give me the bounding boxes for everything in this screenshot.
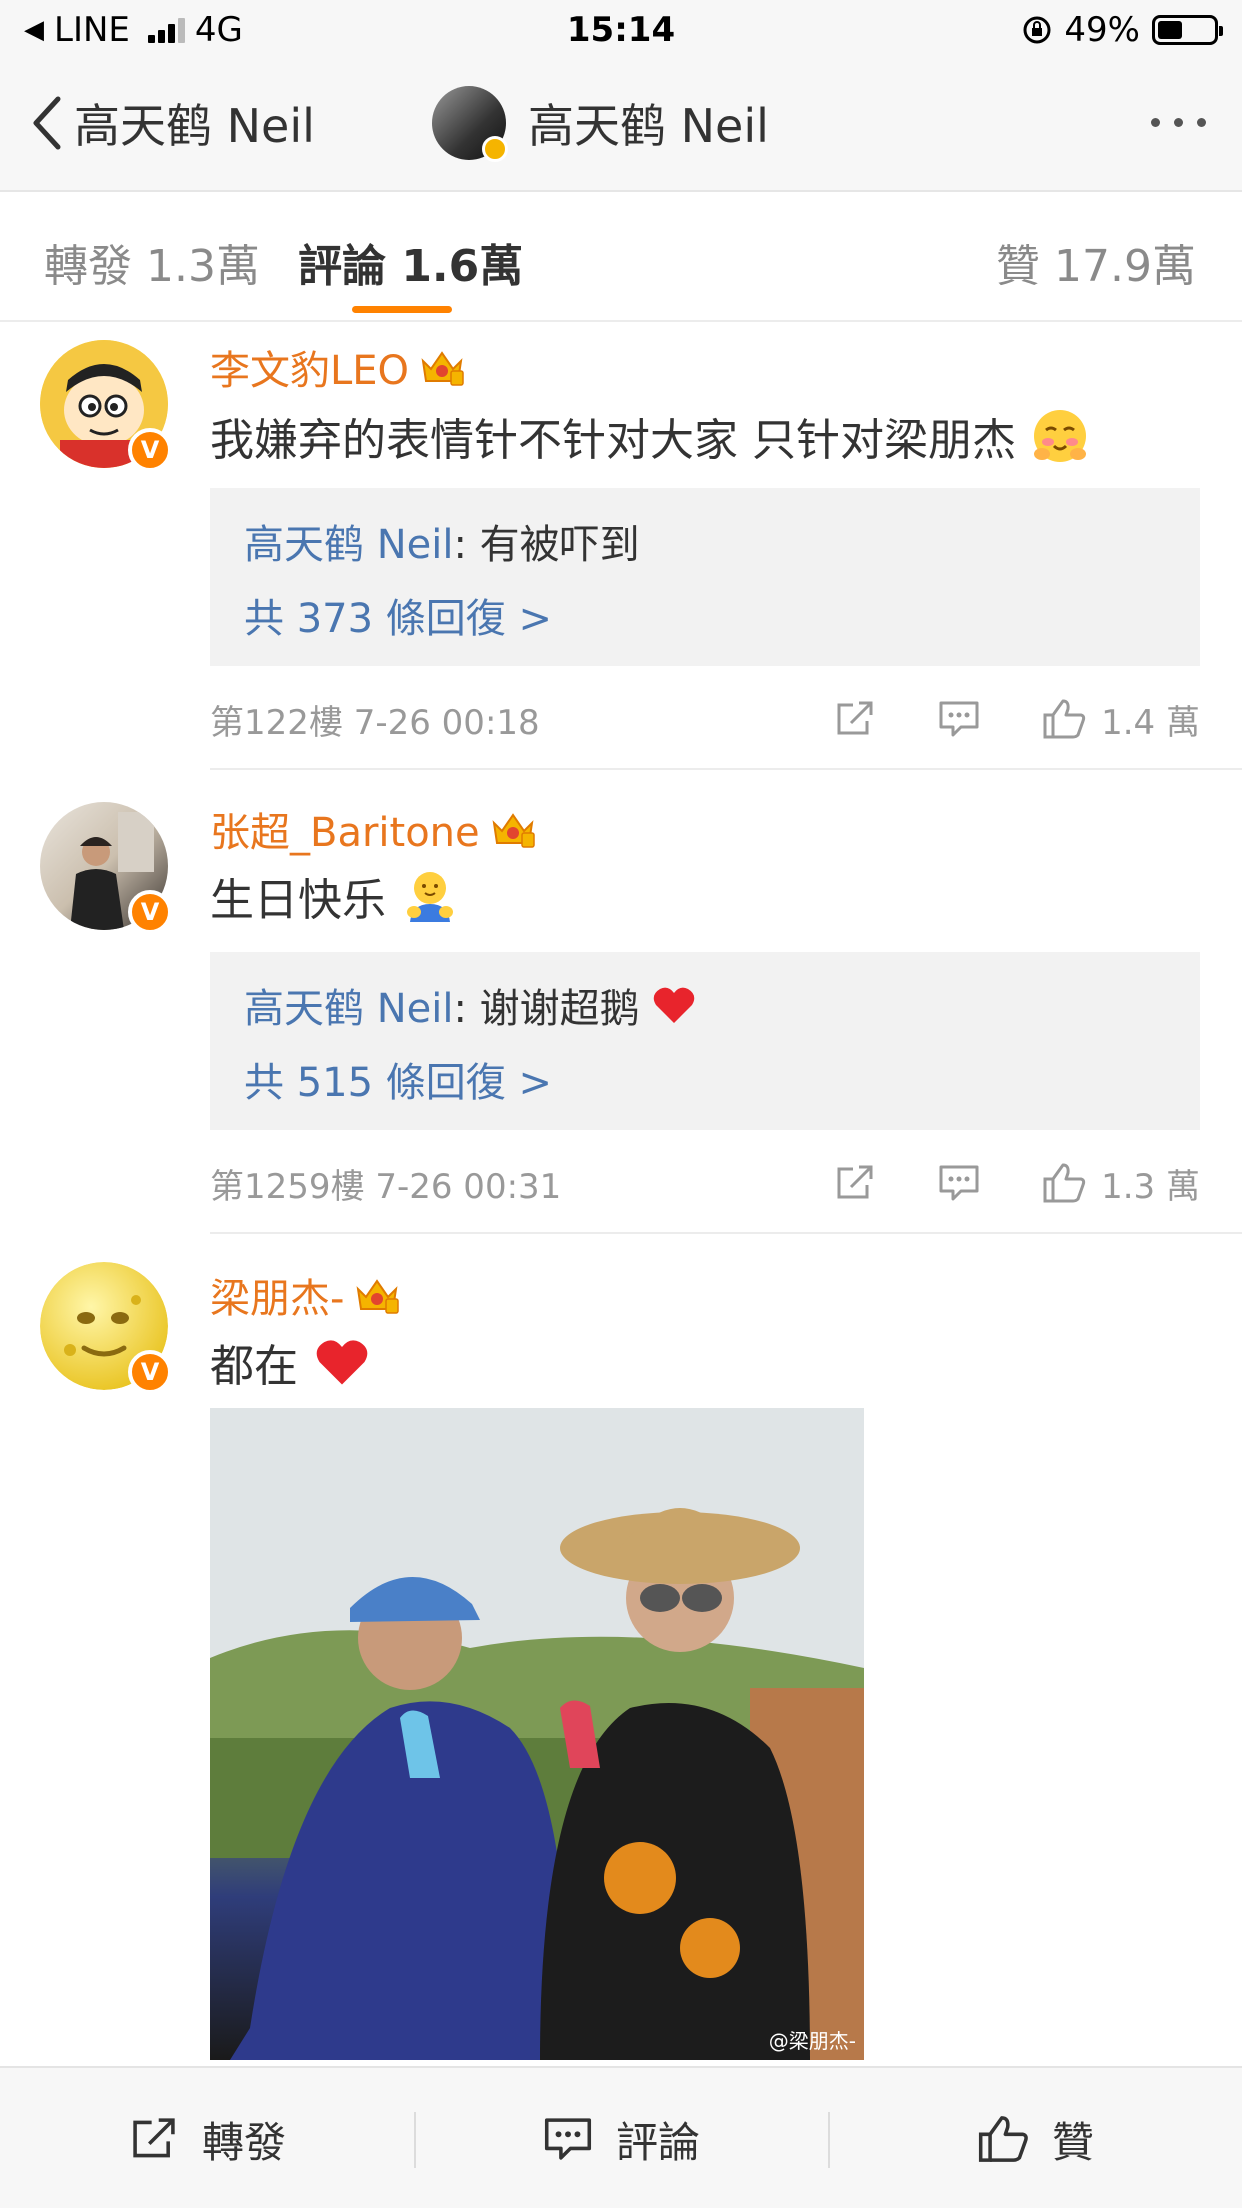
avatar[interactable]: V [40,340,172,472]
status-right: 49% [1022,10,1223,50]
comment-text: 都在 [210,1330,370,1394]
nav-title[interactable]: 高天鹤 Neil [432,86,769,162]
share-icon[interactable] [833,699,877,739]
username-label: 李文豹LEO [210,348,410,394]
floor-timestamp: 第1259樓 7-26 00:31 [210,1166,562,1207]
back-label: 高天鹤 Neil [74,99,315,153]
comment-icon [542,2115,594,2163]
like-label: 贊 [1051,2117,1094,2167]
thumbs-up-icon [1041,697,1087,741]
vip-crown-icon [490,809,536,849]
comment-text: 生日快乐 [210,864,458,928]
avatar[interactable] [432,86,508,162]
emoji-hug-icon [402,868,458,924]
comment-text-label: 都在 [210,1341,298,1392]
more-replies-link[interactable]: 共 373 條回復 > [244,586,1166,642]
avatar[interactable]: V [40,1262,172,1394]
reply-text: : 谢谢超鹅 [453,986,640,1032]
avatar[interactable]: V [40,802,172,934]
reply-preview[interactable]: 高天鹤 Neil: 有被吓到 共 373 條回復 > [210,488,1200,666]
thumbs-up-icon [976,2113,1030,2165]
orientation-lock-icon [1022,15,1052,45]
nav-bar: 高天鹤 Neil 高天鹤 Neil [0,62,1242,192]
reply-text: : 有被吓到 [453,522,640,568]
chevron-left-icon [30,93,64,153]
thumbs-up-icon [1041,1161,1087,1205]
verified-badge-icon [482,136,508,162]
status-bar: ◀ LINE 4G 15:14 49% [0,0,1242,62]
like-post-button[interactable]: 贊 [828,2068,1242,2208]
comment-meta: 第122樓 7-26 00:18 1.4 萬 [210,694,1200,744]
tab-bar: 轉發 1.3萬 評論 1.6萬 贊 17.9萬 [0,194,1242,322]
emoji-shy-icon [1032,408,1088,464]
share-icon [128,2115,180,2163]
divider [210,1232,1242,1234]
vip-crown-icon [354,1275,400,1315]
vip-crown-icon [419,347,465,387]
heart-icon [652,985,696,1025]
repost-label: 轉發 [201,2117,286,2167]
reply-author[interactable]: 高天鹤 Neil [244,522,453,568]
comment-username[interactable]: 张超_Baritone [210,800,536,858]
comment-username[interactable]: 李文豹LEO [210,338,465,396]
back-button[interactable]: 高天鹤 Neil [30,90,315,156]
verified-badge-icon: V [128,890,172,934]
nav-title-label: 高天鹤 Neil [528,99,769,153]
tab-likes[interactable]: 贊 17.9萬 [996,230,1196,294]
more-options-icon[interactable] [1151,118,1206,127]
comment-text-label: 生日快乐 [210,875,386,926]
reply-icon[interactable] [937,699,981,739]
battery-percent: 49% [1064,10,1140,50]
active-tab-indicator [352,306,452,313]
photo-watermark: @梁朋杰- [768,2029,856,2053]
heart-icon [314,1337,370,1387]
username-label: 梁朋杰- [210,1276,345,1322]
repost-button[interactable]: 轉發 [0,2068,414,2208]
comment-username[interactable]: 梁朋杰- [210,1266,400,1324]
comment-text: 我嫌弃的表情针不针对大家 只针对梁朋杰 [210,404,1088,468]
like-button[interactable]: 1.3 萬 [1041,1159,1200,1208]
like-count: 1.3 萬 [1101,1166,1200,1207]
tab-repost[interactable]: 轉發 1.3萬 [44,230,260,294]
divider [210,768,1242,770]
reply-line: 高天鹤 Neil: 有被吓到 [244,514,1166,568]
comment-meta: 第1259樓 7-26 00:31 1.3 萬 [210,1158,1200,1208]
comment-photo[interactable]: @梁朋杰- [210,1408,864,2060]
reply-line: 高天鹤 Neil: 谢谢超鹅 [244,978,1166,1032]
comment-label: 評論 [615,2117,700,2167]
reply-icon[interactable] [937,1163,981,1203]
floor-timestamp: 第122樓 7-26 00:18 [210,702,540,743]
like-count: 1.4 萬 [1101,702,1200,743]
bottom-toolbar: 轉發 評論 贊 [0,2066,1242,2208]
reply-preview[interactable]: 高天鹤 Neil: 谢谢超鹅 共 515 條回復 > [210,952,1200,1130]
verified-badge-icon: V [128,1350,172,1394]
comment-text-label: 我嫌弃的表情针不针对大家 只针对梁朋杰 [210,415,1016,466]
verified-badge-icon: V [128,428,172,472]
more-replies-link[interactable]: 共 515 條回復 > [244,1050,1166,1106]
battery-icon [1152,15,1223,45]
username-label: 张超_Baritone [210,810,480,856]
reply-author[interactable]: 高天鹤 Neil [244,986,453,1032]
tab-comments[interactable]: 評論 1.6萬 [298,230,523,294]
like-button[interactable]: 1.4 萬 [1041,695,1200,744]
share-icon[interactable] [833,1163,877,1203]
comment-button[interactable]: 評論 [414,2068,828,2208]
